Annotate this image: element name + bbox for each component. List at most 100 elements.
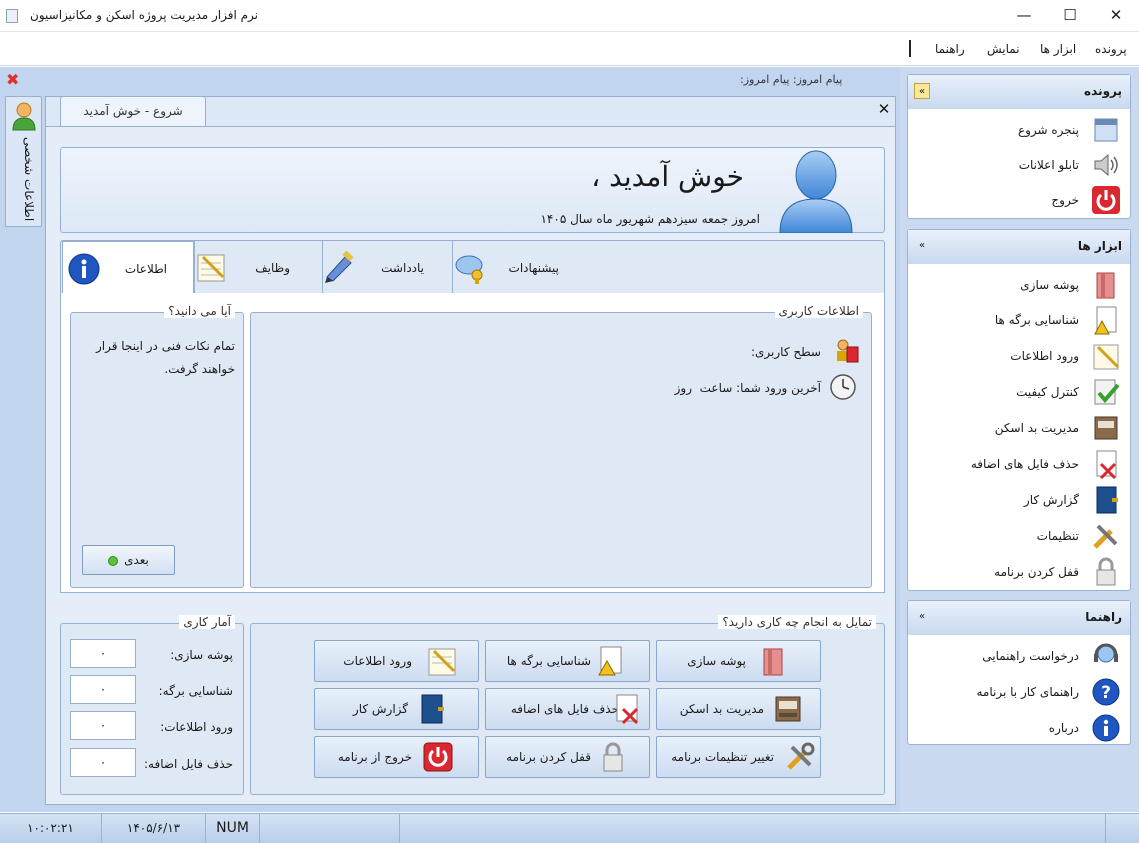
collapse-icon[interactable]: «: [914, 238, 930, 254]
status-cell: [400, 814, 1106, 843]
stat-label-delete-extra: حذف فایل اضافه:: [144, 757, 233, 771]
next-icon: [108, 555, 119, 566]
delete-file-icon: [616, 694, 639, 725]
menu-separator: [909, 40, 911, 57]
side-item-about[interactable]: درباره: [909, 710, 1129, 746]
side-group-tools-header[interactable]: ابزار ها «: [908, 230, 1130, 264]
menu-view[interactable]: نمایش: [987, 42, 1020, 56]
tab-info[interactable]: اطلاعات: [62, 241, 194, 294]
side-item-start-window[interactable]: پنجره شروع: [909, 112, 1129, 148]
tab-notes[interactable]: یادداشت: [322, 241, 452, 294]
report-book-icon: [421, 694, 444, 724]
side-item-quality-control[interactable]: کنترل کیفیت: [909, 374, 1129, 410]
help-icon: ?: [1092, 678, 1120, 706]
quick-exit-label: خروج از برنامه: [337, 750, 412, 764]
quick-data-entry-button[interactable]: ورود اطلاعات: [314, 640, 479, 682]
delete-file-icon: [1096, 450, 1117, 479]
side-item-bad-scan[interactable]: مدیریت بد اسکن: [909, 410, 1129, 446]
quick-data-entry-label: ورود اطلاعات: [343, 654, 412, 668]
next-tip-button[interactable]: بعدی: [82, 545, 175, 575]
folder-icon: [1096, 272, 1115, 299]
status-numlock: NUM: [206, 814, 260, 843]
collapse-icon[interactable]: «: [914, 83, 930, 99]
side-item-label: گزارش کار: [1023, 493, 1079, 507]
side-item-label: خروج: [1051, 193, 1079, 207]
power-icon: [1092, 186, 1120, 214]
side-item-label: پنجره شروع: [1017, 123, 1079, 137]
side-item-data-entry[interactable]: ورود اطلاعات: [909, 338, 1129, 374]
menu-bar: پرونده ابزار ها نمایش راهنما: [0, 33, 1139, 66]
side-item-report[interactable]: گزارش کار: [909, 482, 1129, 518]
quick-folder-label: پوشه سازی: [687, 654, 746, 668]
side-item-request-help[interactable]: درخواست راهنمایی: [909, 638, 1129, 674]
tab-start-welcome[interactable]: شروع - خوش آمدید: [60, 96, 206, 126]
report-book-icon: [1096, 486, 1118, 514]
svg-text:?: ?: [1101, 683, 1111, 703]
user-level-label: سطح کاربری:: [750, 345, 821, 359]
personal-info-tab[interactable]: اطلاعات شخصی: [5, 96, 42, 227]
quick-folder-button[interactable]: پوشه سازی: [656, 640, 821, 682]
title-bar: نرم افزار مدیریت پروژه اسکن و مکانیزاسیو…: [0, 0, 1139, 32]
side-item-settings[interactable]: تنظیمات: [909, 518, 1129, 554]
quick-report-button[interactable]: گزارش کار: [314, 688, 479, 730]
side-group-help-header[interactable]: راهنما «: [908, 601, 1130, 635]
quick-report-label: گزارش کار: [352, 702, 408, 716]
side-item-notice-board[interactable]: تابلو اعلانات: [909, 147, 1129, 183]
stat-value-delete-extra: ۰: [70, 748, 136, 777]
power-icon: [423, 742, 453, 772]
side-group-file-title: پرونده: [1084, 84, 1122, 98]
side-item-user-guide[interactable]: راهنمای کار با برنامه ?: [909, 674, 1129, 710]
info-icon: [1092, 714, 1120, 742]
status-time: ۱۰:۰۲:۲۱: [0, 814, 102, 843]
user-info-title: اطلاعات کاربری: [774, 304, 863, 318]
side-item-label: مدیریت بد اسکن: [994, 421, 1079, 435]
info-icon: [68, 253, 100, 285]
quick-bad-scan-button[interactable]: مدیریت بد اسکن: [656, 688, 821, 730]
side-item-label: درباره: [1048, 721, 1079, 735]
stat-label-data-entry: ورود اطلاعات:: [160, 720, 233, 734]
quick-exit-button[interactable]: خروج از برنامه: [314, 736, 479, 778]
tab-tasks[interactable]: وظایف: [194, 241, 322, 294]
collapse-icon[interactable]: «: [914, 609, 930, 625]
quick-delete-extra-button[interactable]: حذف فایل های اضافه: [485, 688, 650, 730]
quick-page-id-button[interactable]: شناسایی برگه ها: [485, 640, 650, 682]
side-group-help-title: راهنما: [1085, 610, 1122, 624]
side-item-label: تنظیمات: [1036, 529, 1079, 543]
tab-tasks-label: وظایف: [255, 261, 290, 275]
quick-settings-button[interactable]: تغییر تنظیمات برنامه: [656, 736, 821, 778]
side-item-lock[interactable]: قفل کردن برنامه: [909, 554, 1129, 590]
side-item-label: قفل کردن برنامه: [994, 565, 1079, 579]
user-info-box: اطلاعات کاربری سطح کاربری: آخرین ورود شم…: [250, 304, 872, 588]
side-item-exit[interactable]: خروج: [909, 182, 1129, 218]
tab-suggestions[interactable]: پیشنهادات: [452, 241, 885, 294]
maximize-button[interactable]: ☐: [1047, 0, 1093, 32]
quick-bad-scan-label: مدیریت بد اسکن: [679, 702, 764, 716]
quick-page-id-label: شناسایی برگه ها: [506, 654, 591, 668]
menu-help[interactable]: راهنما: [935, 42, 965, 56]
speaker-icon: [1094, 153, 1118, 177]
minimize-button[interactable]: —: [1001, 0, 1047, 32]
side-item-delete-extra[interactable]: حذف فایل های اضافه: [909, 446, 1129, 482]
side-item-folder[interactable]: پوشه سازی: [909, 267, 1129, 303]
quick-actions-title: تمایل به انجام چه کاری دارید؟: [718, 615, 876, 629]
close-button[interactable]: ✕: [1093, 0, 1139, 32]
today-message: پیام امروز: پیام امروز:: [740, 73, 843, 86]
folder-icon: [763, 648, 783, 676]
side-item-page-id[interactable]: شناسایی برگه ها: [909, 302, 1129, 338]
menu-file[interactable]: پرونده: [1095, 42, 1127, 56]
notepad-icon: [197, 254, 225, 282]
start-window-icon: [1094, 118, 1118, 142]
last-login-text: آخرین ورود شما: ساعت روز: [674, 381, 821, 395]
close-tab-icon[interactable]: ✕: [875, 100, 893, 120]
side-group-file-header[interactable]: پرونده «: [908, 75, 1130, 109]
app-icon: [6, 9, 18, 23]
tools-icon: [1093, 524, 1118, 549]
side-group-tools-title: ابزار ها: [1077, 239, 1122, 253]
today-date: امروز جمعه سیزدهم شهریور ماه سال ۱۴۰۵: [540, 212, 760, 226]
close-all-icon[interactable]: ✖: [6, 70, 19, 89]
did-you-know-text: تمام نکات فنی در اینجا قرار خواهند گرفت.: [95, 339, 235, 376]
stat-value-folder: ۰: [70, 639, 136, 668]
quick-lock-button[interactable]: قفل کردن برنامه: [485, 736, 650, 778]
menu-tools[interactable]: ابزار ها: [1040, 42, 1076, 56]
status-cell: [260, 814, 400, 843]
